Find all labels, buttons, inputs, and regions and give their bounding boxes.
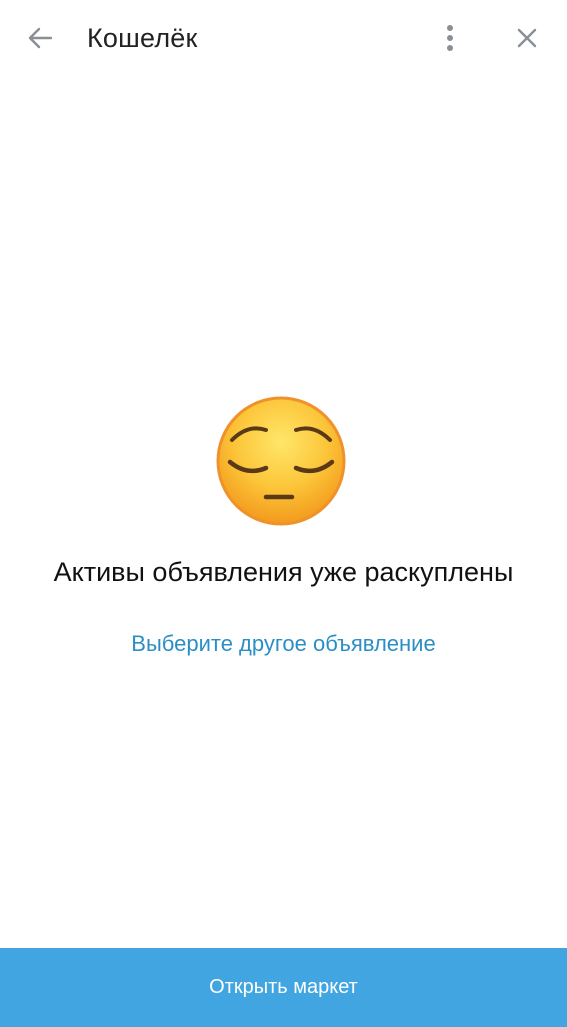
pensive-face-icon — [216, 396, 346, 526]
open-market-button[interactable]: Открыть маркет — [0, 948, 567, 1027]
back-button[interactable] — [18, 16, 62, 60]
choose-another-offer-link-wrapper: Выберите другое объявление — [0, 628, 567, 660]
wallet-page: Кошелёк Активы объявления уже раскуплены… — [0, 0, 567, 1027]
choose-another-offer-link[interactable]: Выберите другое объявление — [131, 631, 435, 656]
more-menu-button[interactable] — [428, 16, 472, 60]
page-title: Кошелёк — [87, 23, 198, 53]
close-icon — [517, 28, 537, 48]
close-button[interactable] — [505, 16, 549, 60]
assets-sold-out-message: Активы объявления уже раскуплены — [53, 557, 514, 587]
more-vertical-icon — [447, 25, 453, 51]
top-bar: Кошелёк — [0, 0, 567, 76]
arrow-left-icon — [28, 27, 53, 49]
